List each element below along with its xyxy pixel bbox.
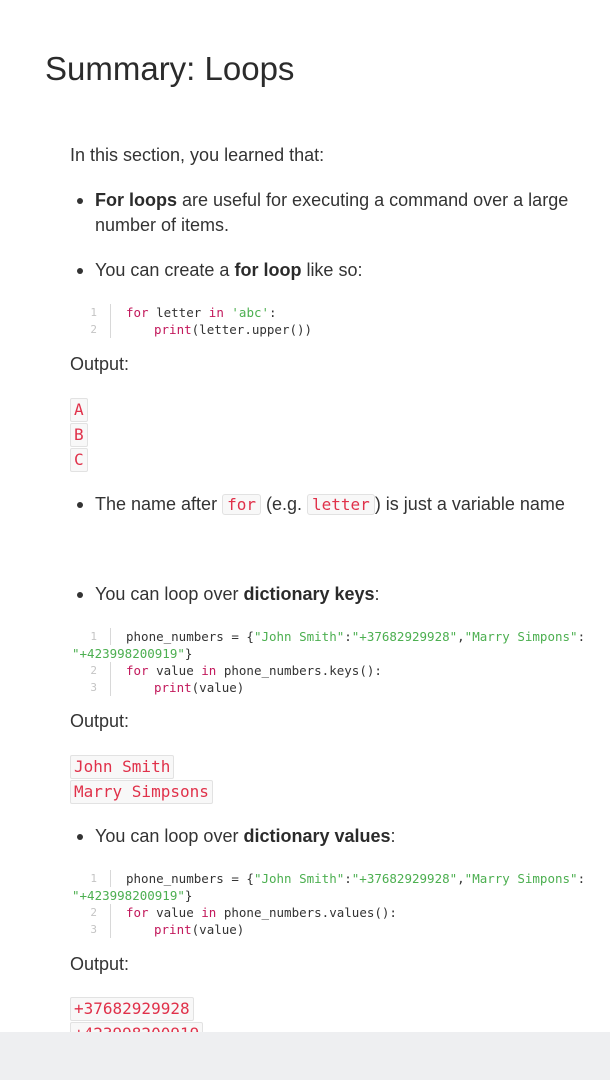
code-line-wrap: "+423998200919"} xyxy=(70,887,575,904)
bold-text: for loop xyxy=(234,260,302,280)
code-block-2: 1 phone_numbers = {"John Smith":"+376829… xyxy=(70,628,585,696)
item-text: You can loop over xyxy=(95,584,244,604)
page-title: Summary: Loops xyxy=(45,50,295,87)
line-number: 2 xyxy=(90,906,97,919)
code-text: , xyxy=(457,871,465,886)
item-text: You can create a xyxy=(95,260,235,280)
line-number: 1 xyxy=(90,630,97,643)
output-label-1: Output: xyxy=(70,354,130,374)
code-text: phone_numbers.keys(): xyxy=(216,663,382,678)
string-literal: 'abc' xyxy=(231,305,270,320)
string-literal: "+37682929928" xyxy=(351,871,458,886)
item-text: : xyxy=(374,584,380,604)
code-text: (value) xyxy=(191,680,245,695)
output-value: Marry Simpsons xyxy=(70,780,213,804)
string-literal: "+37682929928" xyxy=(351,629,458,644)
output-value: A xyxy=(70,398,88,422)
string-literal: "+423998200919" xyxy=(72,888,185,903)
line-number: 3 xyxy=(90,923,97,936)
keyword: in xyxy=(208,305,224,320)
output-value: C xyxy=(70,448,88,472)
code-text: } xyxy=(184,888,193,903)
inline-code: for xyxy=(222,494,261,515)
code-line: 2 print(letter.upper()) xyxy=(70,321,575,338)
item-text: The name after xyxy=(95,494,223,514)
list-item-for-loops: For loops are useful for executing a com… xyxy=(77,188,575,238)
keyword: for xyxy=(126,905,149,920)
item-text: like so: xyxy=(301,260,363,280)
line-number: 3 xyxy=(90,681,97,694)
list-item-dictionary-keys: You can loop over dictionary keys: xyxy=(77,582,380,607)
item-text: You can loop over xyxy=(95,826,244,846)
intro-text: In this section, you learned that: xyxy=(70,145,325,165)
code-text: phone_numbers = { xyxy=(126,629,254,644)
code-line: 2 for value in phone_numbers.values(): xyxy=(70,904,575,921)
code-block-1: 1 for letter in 'abc': 2 print(letter.up… xyxy=(70,304,575,338)
output-label-2: Output: xyxy=(70,711,130,731)
code-text: value xyxy=(148,905,202,920)
item-text: : xyxy=(390,826,396,846)
bold-text: dictionary values xyxy=(243,826,391,846)
code-line: 3 print(value) xyxy=(70,921,575,938)
list-item-variable-name: The name after for (e.g. letter) is just… xyxy=(77,492,565,517)
line-number: 2 xyxy=(90,664,97,677)
string-literal: "+423998200919" xyxy=(72,646,185,661)
code-text: : xyxy=(269,305,277,320)
code-line: 2 for value in phone_numbers.keys(): xyxy=(70,662,575,679)
output-value: John Smith xyxy=(70,755,175,779)
code-line-wrap: "+423998200919"} xyxy=(70,645,575,662)
code-text: : xyxy=(344,629,352,644)
keyword: for xyxy=(126,305,149,320)
output-value: +37682929928 xyxy=(70,997,194,1021)
output-value: B xyxy=(70,423,88,447)
document-page: Summary: Loops In this section, you lear… xyxy=(0,0,610,1032)
string-literal: "John Smith" xyxy=(253,629,345,644)
code-text: , xyxy=(457,629,465,644)
code-text: : xyxy=(577,871,586,886)
item-text: ) is just a variable name xyxy=(374,494,565,514)
code-text: : xyxy=(344,871,352,886)
list-item-create-loop: You can create a for loop like so: xyxy=(76,258,363,283)
code-text: } xyxy=(184,646,193,661)
keyword: in xyxy=(201,905,217,920)
code-text: phone_numbers = { xyxy=(126,871,254,886)
list-item-dictionary-values: You can loop over dictionary values: xyxy=(77,824,396,849)
builtin-function: print xyxy=(154,322,192,337)
builtin-function: print xyxy=(154,680,192,695)
inline-code: letter xyxy=(307,494,375,515)
code-line: 1 phone_numbers = {"John Smith":"+376829… xyxy=(70,628,585,645)
keyword: in xyxy=(201,663,217,678)
code-line: 1 for letter in 'abc': xyxy=(70,304,575,321)
code-text: : xyxy=(577,629,586,644)
output-value: +423998200919 xyxy=(70,1022,204,1032)
line-number: 2 xyxy=(90,323,97,336)
code-text: phone_numbers.values(): xyxy=(216,905,397,920)
string-literal: "Marry Simpons" xyxy=(464,629,578,644)
code-text: (value) xyxy=(191,922,245,937)
string-literal: "John Smith" xyxy=(253,871,345,886)
line-number: 1 xyxy=(90,306,97,319)
output-label-3: Output: xyxy=(70,954,130,974)
string-literal: "Marry Simpons" xyxy=(464,871,578,886)
code-text: value xyxy=(148,663,202,678)
bold-text: dictionary keys xyxy=(243,584,375,604)
line-number: 1 xyxy=(90,872,97,885)
builtin-function: print xyxy=(154,922,192,937)
code-line: 1 phone_numbers = {"John Smith":"+376829… xyxy=(70,870,585,887)
code-text: (letter.upper()) xyxy=(191,322,313,337)
keyword: for xyxy=(126,663,149,678)
bottom-bar xyxy=(0,1032,610,1080)
code-text: letter xyxy=(148,305,209,320)
item-text: (e.g. xyxy=(260,494,308,514)
code-line: 3 print(value) xyxy=(70,679,575,696)
bold-text: For loops xyxy=(95,190,177,210)
code-block-3: 1 phone_numbers = {"John Smith":"+376829… xyxy=(70,870,585,938)
